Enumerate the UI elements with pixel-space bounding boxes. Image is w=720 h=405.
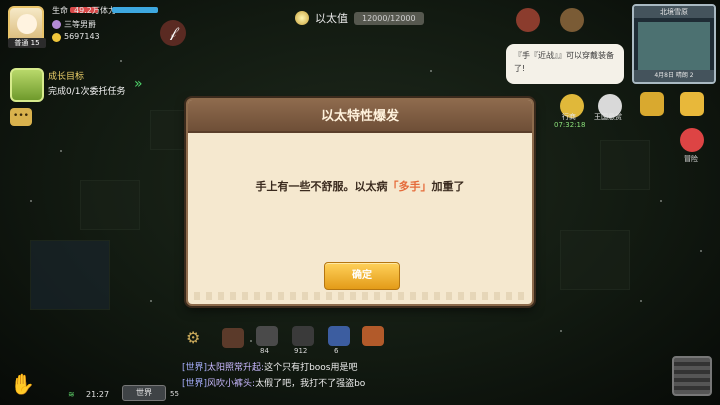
- dialog-message: 手上有一些不舒服。以太病「多手」加重了: [188, 178, 532, 194]
- potion-icon[interactable]: [292, 326, 314, 346]
- pickaxe-icon[interactable]: [256, 326, 278, 346]
- minimap-terrain: [638, 22, 710, 70]
- merchant-timer: 07:32:18: [554, 121, 586, 129]
- adventure-icon[interactable]: [680, 128, 704, 152]
- balance-scale-icon[interactable]: [560, 8, 584, 32]
- blue-potion-count: 6: [334, 347, 339, 355]
- gift-icon[interactable]: [640, 92, 664, 116]
- ground-tile: [150, 110, 190, 150]
- chat-sender[interactable]: 风吹小裤头:: [207, 379, 255, 389]
- more-dots-icon[interactable]: •••: [10, 108, 32, 126]
- chat-line: [世界]太阳照常升起:这个只有打boos用是吧: [182, 360, 358, 373]
- chest-icon[interactable]: [362, 326, 384, 346]
- potion-count: 912: [294, 347, 308, 355]
- growth-goal-desc[interactable]: 完成0/1次委托任务: [48, 84, 126, 97]
- player-level: 普通 15: [8, 38, 46, 48]
- gold-amount: 5697143: [64, 32, 100, 41]
- minimap-title: 北境雪原: [634, 6, 714, 18]
- ground-tile: [80, 180, 140, 230]
- chat-count: 55: [170, 390, 179, 398]
- chat-channel: [世界]: [182, 379, 208, 389]
- chat-channel: [世界]: [182, 363, 208, 373]
- hint-bubble: 『手『近战』』可以穿戴装备了!: [506, 44, 624, 84]
- ether-display: 以太值 12000/12000: [295, 10, 424, 26]
- ground-tile: [600, 140, 650, 190]
- bow-icon[interactable]: [222, 328, 244, 348]
- shop-icon[interactable]: [516, 8, 540, 32]
- blue-potion-icon[interactable]: [328, 326, 350, 346]
- dialog-message-suffix: 加重了: [431, 180, 465, 193]
- chat-message: 这个只有打boos用是吧: [264, 363, 358, 373]
- chat-message: 太假了吧，我打不了强盗bo: [255, 379, 366, 389]
- minimap[interactable]: 北境雪原 4月8日 晴朗 2: [632, 4, 716, 84]
- pickaxe-count: 84: [260, 347, 269, 355]
- hand-wave-icon[interactable]: ✋: [10, 372, 40, 400]
- growth-goal-icon[interactable]: [10, 68, 44, 102]
- dialog-message-prefix: 手上有一些不舒服。以太病: [255, 180, 388, 193]
- feather-icon[interactable]: 𝒻: [160, 20, 186, 46]
- dialog-title: 以太特性爆发: [188, 100, 532, 133]
- double-chevron-icon[interactable]: »: [134, 76, 143, 92]
- wifi-icon: ≋: [68, 390, 75, 399]
- confirm-button[interactable]: 确定: [324, 262, 400, 290]
- chat-sender[interactable]: 太阳照常升起:: [207, 363, 264, 373]
- stamina-bar: [112, 7, 158, 13]
- chat-line: [世界]风吹小裤头:太假了吧，我打不了强盗bo: [182, 376, 365, 389]
- water-tile: [30, 240, 110, 310]
- ether-coin-icon: [295, 11, 309, 25]
- ground-tile: [560, 230, 630, 290]
- menu-grid-icon[interactable]: [680, 92, 704, 116]
- map-grid-button[interactable]: [672, 356, 712, 396]
- ether-value: 12000/12000: [354, 11, 424, 25]
- ether-burst-dialog: 以太特性爆发 手上有一些不舒服。以太病「多手」加重了 确定: [186, 98, 534, 306]
- gear-icon[interactable]: ⚙: [186, 328, 200, 347]
- growth-goal-title: 成长目标: [48, 72, 85, 82]
- dialog-border-decoration: [194, 292, 526, 300]
- bounty-label: 王国悬赏: [594, 113, 622, 121]
- dialog-message-highlight: 「多手」: [387, 180, 432, 193]
- gold-icon: [52, 33, 61, 42]
- hp-value: 49.2万: [74, 6, 100, 15]
- ether-label: 以太值: [315, 12, 348, 25]
- world-chat-button[interactable]: 世界: [122, 385, 166, 401]
- clock-time: 21:27: [86, 390, 110, 399]
- adventure-label: 冒险: [684, 155, 698, 163]
- minimap-footer: 4月8日 晴朗 2: [634, 70, 714, 82]
- hp-label: 生命: [52, 6, 68, 15]
- player-title: 三等男爵: [64, 20, 96, 29]
- title-icon: [52, 20, 61, 29]
